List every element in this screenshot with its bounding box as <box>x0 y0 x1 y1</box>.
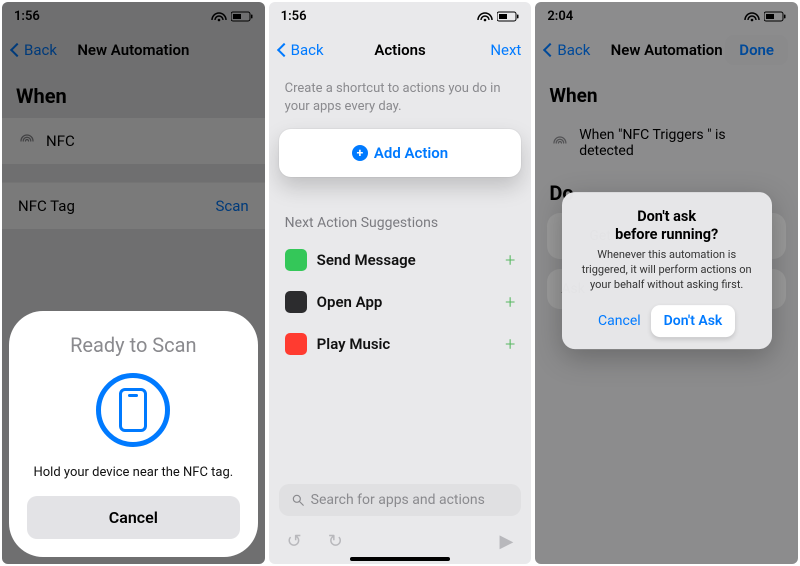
open-app-icon <box>285 291 307 313</box>
nfc-scan-icon <box>96 373 170 447</box>
chevron-left-icon <box>277 43 291 57</box>
screen-3: 2:04 Back New Automation Done When When … <box>535 2 798 564</box>
sheet-cancel-button[interactable]: Cancel <box>27 496 240 539</box>
sheet-title: Ready to Scan <box>27 333 240 357</box>
nfc-scan-sheet: Ready to Scan Hold your device near the … <box>9 311 258 557</box>
status-bar: 1:56 <box>269 2 532 30</box>
music-app-icon <box>285 333 307 355</box>
add-action-button[interactable]: + Add Action <box>279 129 522 177</box>
suggestion-play-music[interactable]: Play Music + <box>269 323 532 365</box>
messages-app-icon <box>285 249 307 271</box>
back-label: Back <box>291 41 324 59</box>
suggestion-label: Open App <box>317 293 383 311</box>
search-placeholder: Search for apps and actions <box>311 492 485 508</box>
actions-hint: Create a shortcut to actions you do in y… <box>269 70 532 129</box>
play-icon[interactable]: ▶ <box>500 531 514 552</box>
screen-1: 1:56 Back New Automation When NFC NFC Ta… <box>2 2 265 564</box>
suggestion-label: Play Music <box>317 335 391 353</box>
alert-cancel-button[interactable]: Cancel <box>598 313 641 329</box>
search-input[interactable]: Search for apps and actions <box>279 484 522 516</box>
redo-icon[interactable]: ↻ <box>328 531 343 552</box>
search-icon <box>291 493 305 507</box>
alert-body: Whenever this automation is triggered, i… <box>576 248 758 293</box>
suggestions-header: Next Action Suggestions <box>269 177 532 239</box>
alert-dont-ask-button[interactable]: Don't Ask <box>651 305 736 337</box>
status-time: 1:56 <box>281 9 307 24</box>
add-suggestion-icon[interactable]: + <box>505 250 515 271</box>
back-button[interactable]: Back <box>279 41 324 59</box>
screen-2: 1:56 Back Actions Next Create a shortcut… <box>269 2 532 564</box>
undo-icon[interactable]: ↺ <box>287 531 302 552</box>
bottom-toolbar: ↺ ↻ ▶ <box>269 531 532 552</box>
plus-circle-icon: + <box>352 145 368 161</box>
suggestion-open-app[interactable]: Open App + <box>269 281 532 323</box>
confirm-alert: Don't ask before running? Whenever this … <box>562 192 772 349</box>
add-action-label: Add Action <box>374 144 448 162</box>
add-suggestion-icon[interactable]: + <box>505 292 515 313</box>
sheet-subtitle: Hold your device near the NFC tag. <box>27 465 240 480</box>
alert-title: Don't ask before running? <box>576 208 758 244</box>
status-icons <box>477 11 519 22</box>
home-indicator <box>350 557 450 561</box>
suggestion-label: Send Message <box>317 251 416 269</box>
add-suggestion-icon[interactable]: + <box>505 334 515 355</box>
suggestion-send-message[interactable]: Send Message + <box>269 239 532 281</box>
nav-bar: Back Actions Next <box>269 30 532 70</box>
next-button[interactable]: Next <box>490 41 521 59</box>
